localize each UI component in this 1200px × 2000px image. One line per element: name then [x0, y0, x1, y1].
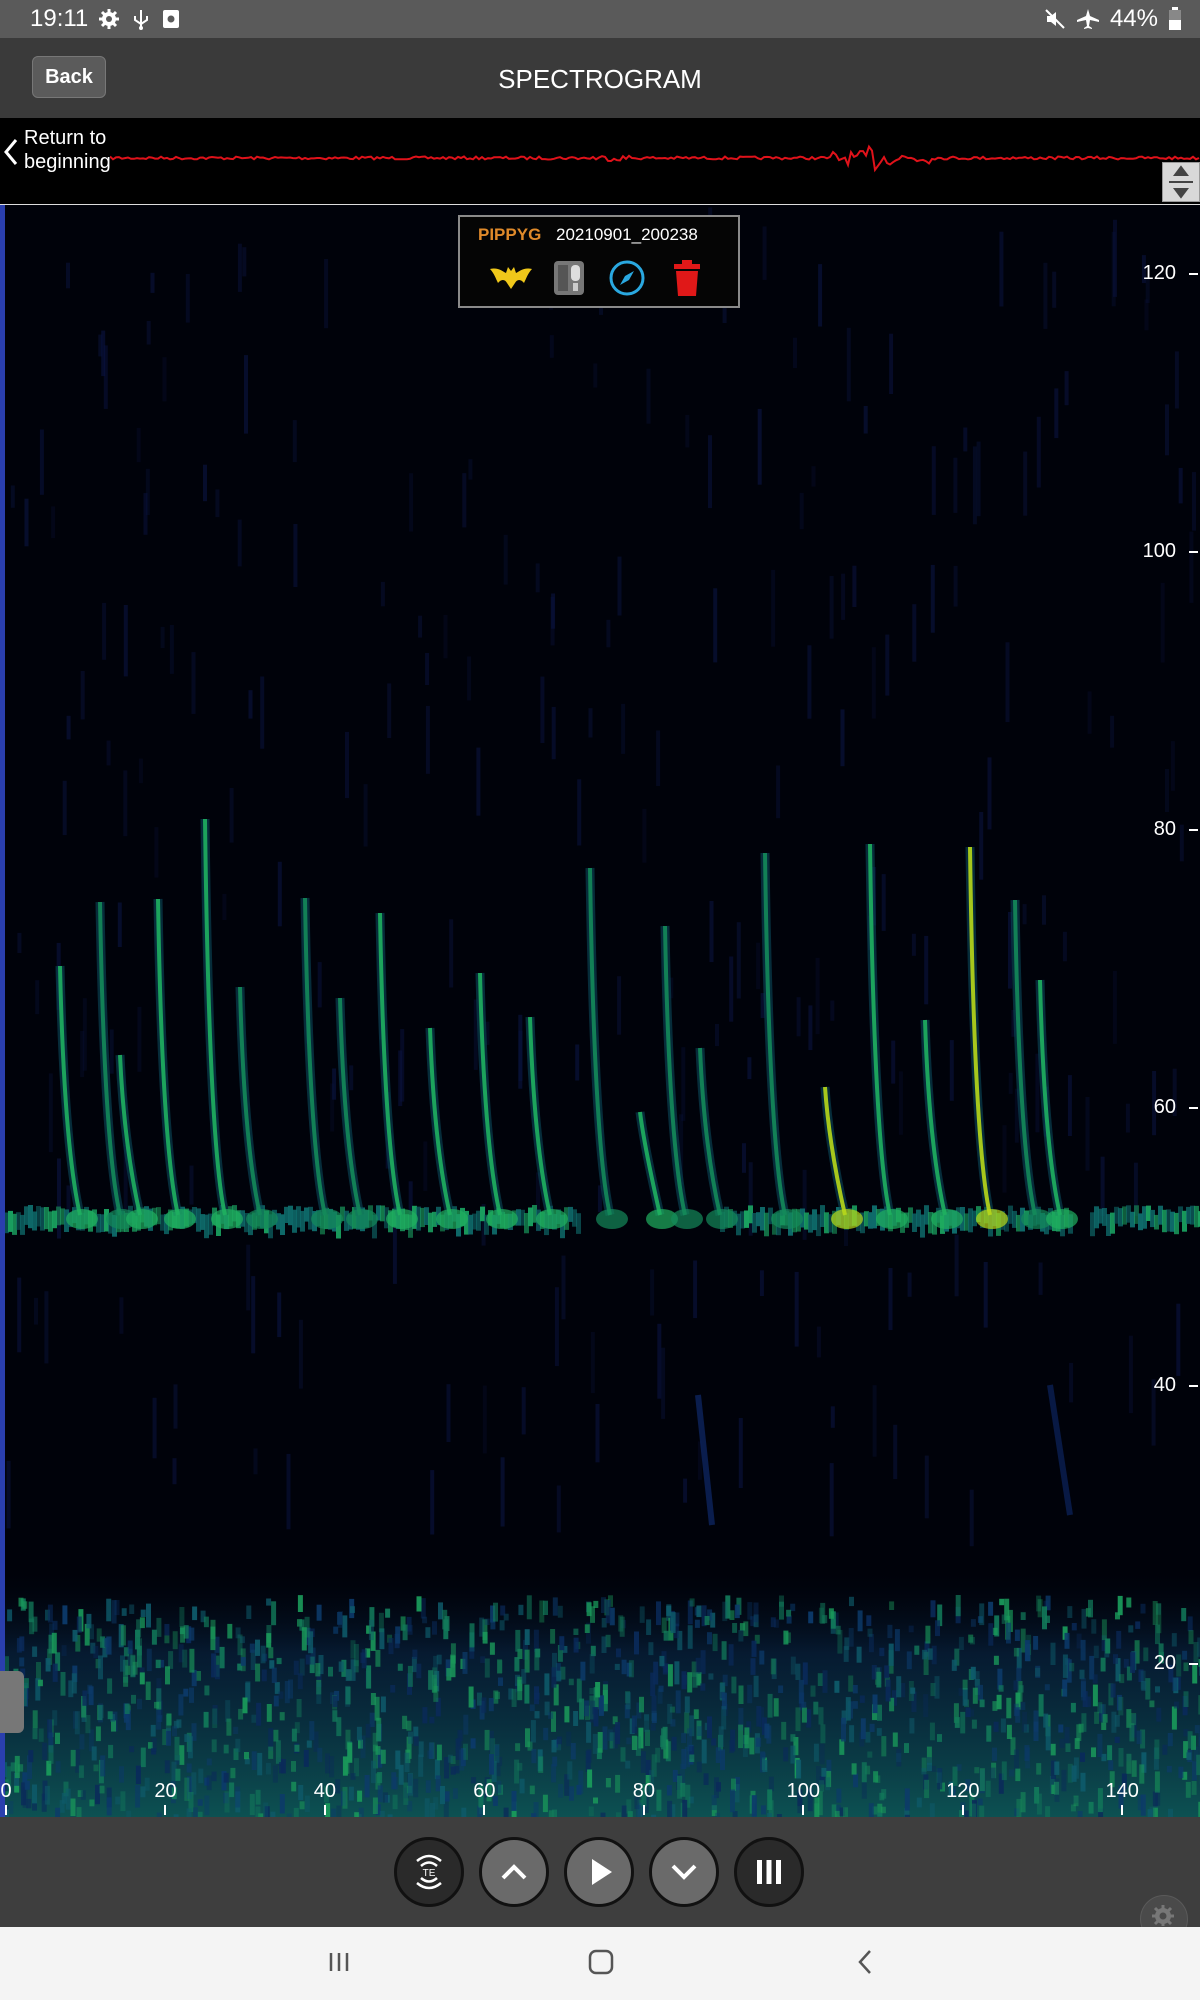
play-icon: [592, 1859, 612, 1885]
status-time: 19:11: [30, 5, 89, 32]
nav-back-button[interactable]: [855, 1948, 875, 1976]
x-tick-label: 0: [0, 1780, 12, 1802]
x-tick-label: 140: [1105, 1780, 1139, 1802]
y-tick-mark: [1189, 273, 1198, 276]
system-nav-bar: [0, 1927, 1200, 2000]
species-label: PIPPYG: [478, 225, 542, 244]
x-tick-mark: [642, 1805, 645, 1815]
mute-icon: [1045, 9, 1065, 29]
y-tick-mark: [1189, 829, 1198, 832]
status-bar: 19:11 44%: [0, 0, 1200, 38]
spectrogram-plot[interactable]: [0, 205, 1200, 1817]
te-button[interactable]: TE: [394, 1837, 464, 1907]
playback-controls: TE: [0, 1817, 1200, 1943]
y-tick-label: 40: [1153, 1374, 1176, 1397]
x-tick-label: 120: [946, 1780, 980, 1802]
spectrogram-heatmap: [0, 205, 1200, 1817]
page-title: SPECTROGRAM: [498, 64, 702, 94]
pause-button[interactable]: [734, 1837, 804, 1907]
recording-info-panel: PIPPYG 20210901_200238: [458, 215, 740, 308]
chevron-left-icon[interactable]: [2, 136, 20, 168]
x-tick-mark: [483, 1805, 486, 1815]
x-tick-mark: [802, 1805, 805, 1815]
screenshot-icon: [163, 10, 179, 28]
chevron-up-icon: [501, 1864, 527, 1880]
svg-text:TE: TE: [423, 1868, 436, 1879]
return-to-beginning-button[interactable]: Return to beginning: [24, 126, 111, 174]
recents-button[interactable]: [326, 1949, 352, 1975]
return-label-line2: beginning: [24, 151, 111, 173]
x-tick-mark: [5, 1805, 7, 1815]
x-tick-mark: [164, 1805, 167, 1815]
expand-vertical-icon: [1169, 165, 1193, 199]
x-tick-label: 80: [632, 1780, 655, 1802]
x-tick-label: 100: [786, 1780, 820, 1802]
recording-filename: 20210901_200238: [556, 225, 698, 244]
down-button[interactable]: [649, 1837, 719, 1907]
y-tick-mark: [1189, 1107, 1198, 1110]
x-tick-mark: [961, 1805, 964, 1815]
left-drag-handle[interactable]: [0, 1671, 24, 1733]
up-button[interactable]: [479, 1837, 549, 1907]
recorder-icon[interactable]: [552, 259, 586, 297]
y-tick-label: 20: [1153, 1652, 1176, 1675]
time-expansion-icon: TE: [416, 1854, 442, 1890]
gear-icon: [99, 9, 119, 29]
y-tick-mark: [1189, 1385, 1198, 1388]
y-tick-label: 100: [1142, 540, 1176, 563]
bars-icon: [757, 1860, 781, 1884]
y-tick-label: 80: [1153, 818, 1176, 841]
y-tick-mark: [1189, 1663, 1198, 1666]
battery-percent: 44%: [1109, 5, 1158, 32]
usb-icon: [134, 10, 148, 30]
expand-handle[interactable]: [1162, 162, 1200, 202]
playhead-marker: [0, 205, 5, 1817]
play-button[interactable]: [564, 1837, 634, 1907]
app-header: Back SPECTROGRAM: [0, 38, 1200, 118]
airplane-icon: [1076, 9, 1099, 29]
gear-icon: [1152, 1905, 1174, 1927]
y-tick-label: 60: [1153, 1096, 1176, 1119]
compass-icon[interactable]: [608, 259, 646, 297]
trash-icon[interactable]: [672, 259, 702, 297]
waveform-trace: [110, 144, 1200, 173]
x-tick-label: 40: [313, 1780, 337, 1802]
chevron-down-icon: [671, 1864, 697, 1880]
x-tick-label: 60: [473, 1780, 496, 1802]
x-tick-mark: [1121, 1805, 1124, 1815]
return-label-line1: Return to: [24, 127, 107, 149]
battery-icon: [1169, 7, 1181, 30]
y-tick-mark: [1189, 551, 1198, 554]
x-tick-label: 20: [154, 1780, 177, 1802]
waveform-overview[interactable]: Return to beginning: [0, 118, 1200, 206]
bat-icon[interactable]: [488, 261, 534, 293]
y-tick-label: 120: [1142, 262, 1176, 285]
x-tick-mark: [323, 1805, 326, 1815]
home-button[interactable]: [587, 1948, 615, 1976]
